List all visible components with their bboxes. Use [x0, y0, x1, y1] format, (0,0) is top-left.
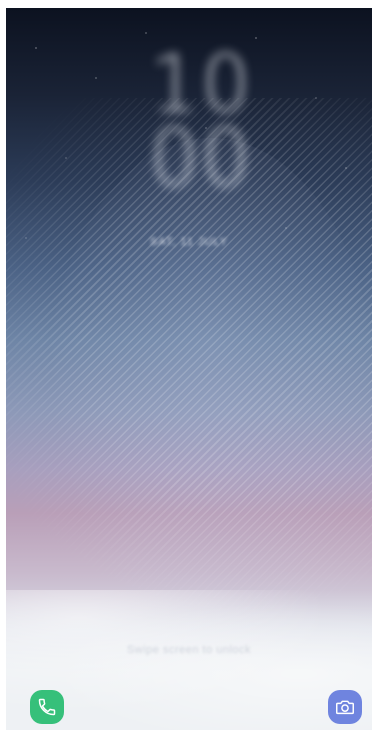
lock-screen[interactable]: 10 00 SAT, 11 JULY Swipe screen to unloc…	[6, 8, 372, 730]
lockscreen-date: SAT, 11 JULY	[149, 236, 229, 248]
unlock-hint: Swipe screen to unlock	[126, 644, 252, 656]
camera-icon	[336, 700, 354, 715]
phone-shortcut-button[interactable]	[30, 690, 64, 724]
phone-icon	[38, 698, 56, 716]
clock-hours: 10	[149, 40, 253, 130]
clock-minutes: 00	[149, 114, 253, 204]
camera-shortcut-button[interactable]	[328, 690, 362, 724]
lockscreen-clock: 10 00	[146, 40, 256, 204]
